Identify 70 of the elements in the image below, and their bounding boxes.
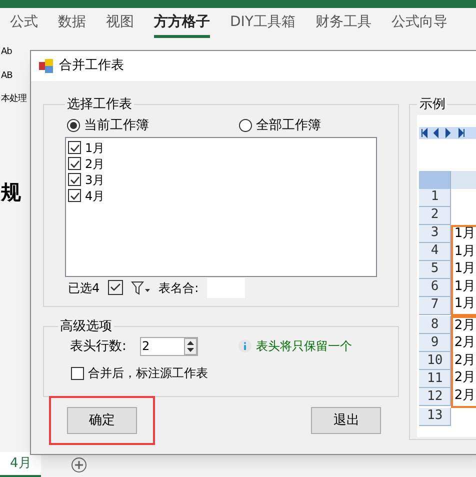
dialog-title: 合并工作表: [59, 57, 124, 76]
selected-count: 已选4: [68, 280, 100, 296]
sheet-text-fragment: 规: [1, 178, 20, 206]
sheet-tab[interactable]: 4月: [0, 452, 42, 477]
group-title: 选择工作表: [66, 96, 133, 114]
row-number: 7: [419, 296, 452, 314]
sheet-cell-text: 1月: [453, 296, 476, 313]
row-number: 13: [419, 408, 452, 426]
ribbon-tab[interactable]: DIY工具箱: [230, 12, 296, 38]
radio-label: 当前工作簿: [84, 116, 149, 135]
ribbon-tab[interactable]: 财务工具: [315, 12, 372, 38]
checkbox[interactable]: [71, 366, 84, 380]
name-filter-field[interactable]: [206, 278, 245, 298]
ribbon-tab[interactable]: 数据: [58, 12, 86, 38]
checkbox[interactable]: [68, 173, 81, 186]
sheet-name: 1月: [85, 140, 105, 156]
sheet-text-fragment: AB: [1, 70, 12, 82]
check-all-icon[interactable]: [108, 280, 123, 295]
info-icon: [238, 339, 252, 354]
select-all-corner: [419, 170, 452, 188]
row-number: 10: [419, 352, 452, 370]
ribbon-tab[interactable]: 视图: [106, 12, 134, 38]
checkbox[interactable]: [68, 189, 81, 202]
sheet-nav-icon: [419, 126, 476, 138]
name-filter-label: 表名合:: [158, 280, 199, 296]
row-number: 1: [419, 188, 452, 206]
ribbon-tab[interactable]: 方方格子: [154, 12, 210, 38]
spinner-arrows-icon[interactable]: [184, 338, 197, 355]
sheet-cell-text: 2月: [453, 335, 476, 352]
group-title: 示例: [418, 96, 446, 114]
sheet-cell-text: 2月: [453, 370, 476, 387]
sheet-name: 4月: [85, 188, 105, 204]
sheet-name: 3月: [85, 172, 105, 188]
row-number: 8: [419, 316, 452, 334]
checkbox-label: 合并后，标注源工作表: [88, 365, 208, 382]
sheet-cell-text: 1月: [453, 244, 476, 260]
row-number: 12: [419, 388, 452, 406]
header-rows-label: 表头行数:: [69, 338, 128, 356]
info-text: 表头将只保留一个: [256, 338, 352, 356]
ribbon-tab[interactable]: 公式: [10, 12, 38, 38]
sheet-name: 2月: [85, 156, 105, 172]
row-number: 3: [419, 224, 452, 242]
dialog-button[interactable]: 退出: [311, 407, 382, 434]
radio-label: 全部工作簿: [256, 116, 321, 135]
sheet-text-fragment: 本处理: [1, 93, 26, 106]
row-number: 4: [419, 242, 452, 260]
sheet-cell-text: 2月: [453, 352, 476, 370]
header-rows-value: 2: [141, 338, 151, 355]
row-number: 2: [419, 206, 452, 224]
app-icon: [39, 59, 53, 73]
group-title: 高级选项: [59, 318, 113, 336]
add-sheet-icon[interactable]: [71, 456, 88, 472]
radio-button[interactable]: [239, 119, 252, 132]
row-number: 6: [419, 278, 452, 296]
filter-icon[interactable]: [130, 280, 151, 294]
header-rows-spinner[interactable]: 2: [140, 336, 198, 356]
checkbox[interactable]: [68, 157, 81, 170]
row-number: 9: [419, 334, 452, 352]
sheet-cell-text: 1月: [453, 261, 476, 278]
ribbon-tab[interactable]: 公式向导: [391, 12, 448, 38]
sheet-cell-text: 2月: [453, 318, 476, 334]
row-number: 11: [419, 370, 452, 388]
radio-button[interactable]: [67, 119, 80, 132]
sheet-text-fragment: Ab: [1, 46, 12, 59]
sheet-cell-text: 1月: [453, 278, 476, 296]
sheet-cell-text: 2月: [453, 388, 476, 404]
row-number: 5: [419, 260, 452, 278]
dialog-button[interactable]: 确定: [67, 407, 137, 434]
sheet-cell-text: 1月: [453, 226, 476, 243]
checkbox[interactable]: [68, 141, 81, 154]
